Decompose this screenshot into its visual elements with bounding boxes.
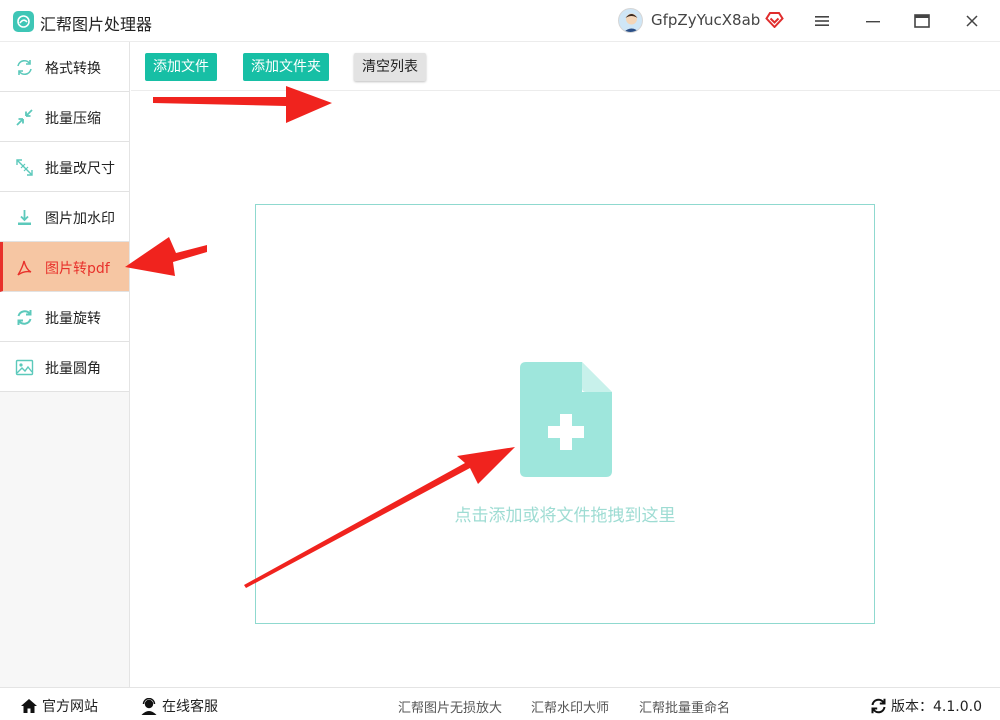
- sidebar-item-label: 批量圆角: [45, 361, 101, 377]
- sidebar-item-resize[interactable]: 批量改尺寸: [0, 142, 129, 192]
- sidebar: 格式转换 批量压缩 批量改尺寸 图片加水印 图片转pdf 批量旋转 批量圆角: [0, 42, 130, 687]
- version-info[interactable]: 版本：4.1.0.0: [870, 696, 982, 716]
- vip-diamond-icon[interactable]: [765, 11, 784, 28]
- sidebar-item-label: 批量旋转: [45, 311, 101, 327]
- username[interactable]: GfpZyYucX8ab: [651, 11, 760, 29]
- version-label: 版本：4.1.0.0: [891, 699, 982, 715]
- online-support-label: 在线客服: [162, 699, 218, 715]
- title-bar: 汇帮图片处理器 GfpZyYucX8ab: [0, 0, 1000, 42]
- sidebar-item-round-corner[interactable]: 批量圆角: [0, 342, 129, 392]
- clear-list-button[interactable]: 清空列表: [354, 53, 426, 81]
- sidebar-item-label: 图片加水印: [45, 211, 115, 227]
- maximize-button[interactable]: [910, 10, 934, 32]
- sidebar-item-rotate[interactable]: 批量旋转: [0, 292, 129, 342]
- resize-icon: [16, 159, 33, 176]
- sidebar-item-label: 批量改尺寸: [45, 161, 115, 177]
- refresh-icon: [871, 698, 886, 714]
- toolbar: 添加文件 添加文件夹 清空列表: [131, 42, 1000, 91]
- arrow-to-toolbar: [153, 86, 332, 123]
- sidebar-item-watermark[interactable]: 图片加水印: [0, 192, 129, 242]
- footer-link-upscale[interactable]: 汇帮图片无损放大: [398, 697, 502, 716]
- convert-icon: [17, 60, 32, 75]
- drop-zone-text: 点击添加或将文件拖拽到这里: [454, 506, 676, 526]
- image-icon: [15, 359, 34, 376]
- official-website-link[interactable]: 官方网站: [20, 696, 98, 716]
- minimize-icon: [866, 21, 880, 23]
- close-button[interactable]: [960, 10, 984, 32]
- hamburger-icon: [815, 16, 829, 26]
- pdf-icon: [17, 260, 32, 276]
- home-icon: [21, 699, 37, 713]
- footer-link-watermark-master[interactable]: 汇帮水印大师: [531, 697, 609, 716]
- add-file-icon: [520, 362, 612, 477]
- minimize-button[interactable]: [861, 10, 885, 32]
- sidebar-item-label: 批量压缩: [45, 111, 101, 127]
- official-website-label: 官方网站: [42, 699, 98, 715]
- app-window: 汇帮图片处理器 GfpZyYucX8ab 格式转换 批量压缩 批量改尺寸 图片加…: [0, 0, 1000, 720]
- sidebar-item-compress[interactable]: 批量压缩: [0, 92, 129, 142]
- arrow-to-sidebar-item: [125, 237, 207, 276]
- app-logo-icon: [13, 11, 34, 32]
- online-support-link[interactable]: 在线客服: [140, 696, 218, 716]
- compress-icon: [16, 109, 33, 126]
- file-drop-zone[interactable]: 点击添加或将文件拖拽到这里: [255, 204, 875, 624]
- rotate-icon: [17, 310, 32, 325]
- add-folder-button[interactable]: 添加文件夹: [243, 53, 329, 81]
- sidebar-item-image-to-pdf[interactable]: 图片转pdf: [0, 242, 129, 292]
- footer-bar: 官方网站 在线客服 汇帮图片无损放大 汇帮水印大师 汇帮批量重命名 版本：4.1…: [0, 687, 1000, 720]
- maximize-icon: [914, 14, 930, 28]
- close-icon: [966, 15, 978, 27]
- support-agent-icon: [141, 697, 157, 715]
- sidebar-item-label: 格式转换: [45, 61, 101, 77]
- sidebar-item-format-convert[interactable]: 格式转换: [0, 42, 129, 92]
- watermark-icon: [18, 210, 31, 225]
- footer-link-batch-rename[interactable]: 汇帮批量重命名: [639, 697, 730, 716]
- add-file-button[interactable]: 添加文件: [145, 53, 217, 81]
- sidebar-item-label: 图片转pdf: [45, 261, 110, 277]
- user-avatar[interactable]: [618, 8, 643, 33]
- app-title: 汇帮图片处理器: [40, 15, 153, 34]
- menu-button[interactable]: [810, 10, 834, 32]
